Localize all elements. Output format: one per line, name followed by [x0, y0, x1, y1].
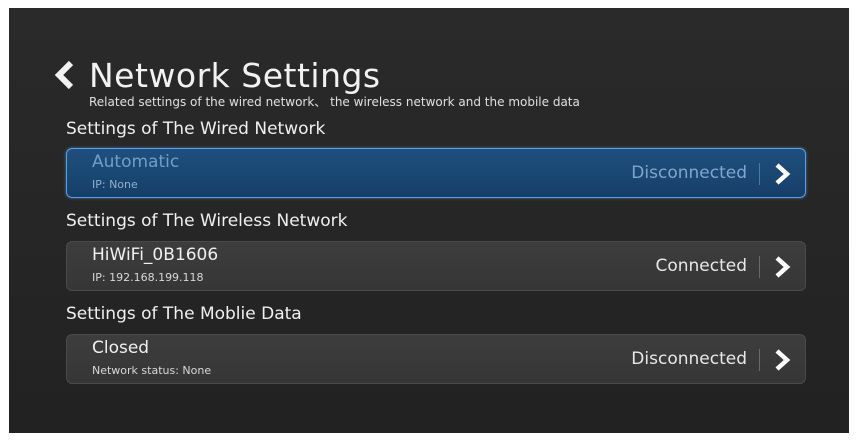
wired-network-name: Automatic: [92, 152, 180, 172]
status-divider: [759, 349, 760, 371]
chevron-right-icon[interactable]: [773, 256, 791, 278]
page-subtitle: Related settings of the wired network、 t…: [89, 95, 580, 109]
wired-network-status: Disconnected: [631, 163, 747, 183]
status-divider: [759, 256, 760, 278]
network-settings-screen: Network Settings Related settings of the…: [9, 8, 849, 433]
chevron-right-icon[interactable]: [773, 349, 791, 371]
section-title-mobile-data: Settings of The Moblie Data: [66, 304, 302, 324]
wireless-network-name: HiWiFi_0B1606: [92, 245, 219, 265]
section-title-wired: Settings of The Wired Network: [66, 119, 326, 139]
mobile-data-network-status: Network status: None: [92, 364, 212, 377]
wireless-network-item[interactable]: HiWiFi_0B1606 IP: 192.168.199.118 Connec…: [66, 241, 806, 291]
wired-network-item[interactable]: Automatic IP: None Disconnected: [66, 148, 806, 198]
page-title: Network Settings: [89, 56, 381, 95]
wireless-network-ip: IP: 192.168.199.118: [92, 271, 204, 284]
mobile-data-name: Closed: [92, 338, 150, 358]
chevron-right-icon[interactable]: [773, 163, 791, 185]
status-divider: [759, 163, 760, 185]
chevron-left-icon[interactable]: [53, 60, 77, 90]
section-title-wireless: Settings of The Wireless Network: [66, 211, 348, 231]
mobile-data-item[interactable]: Closed Network status: None Disconnected: [66, 334, 806, 384]
wired-network-ip: IP: None: [92, 178, 138, 191]
wireless-network-status: Connected: [655, 256, 747, 276]
mobile-data-status: Disconnected: [631, 349, 747, 369]
